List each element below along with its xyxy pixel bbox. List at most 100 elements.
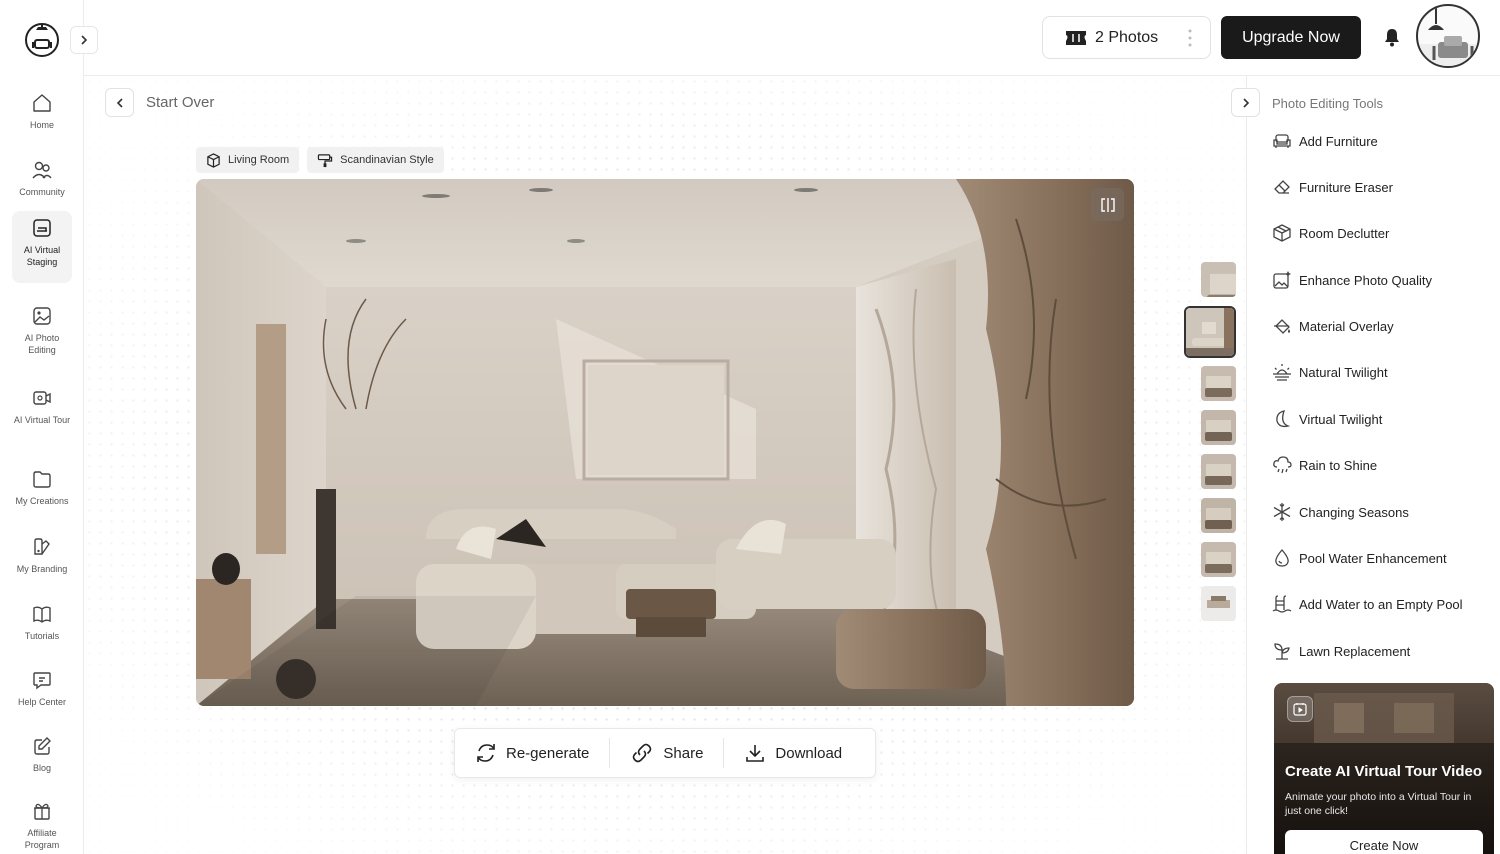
thumbnail-image <box>1201 586 1236 621</box>
calendar-play-icon <box>1293 703 1307 716</box>
thumbnail[interactable] <box>1201 410 1236 445</box>
thumbnail[interactable] <box>1201 262 1236 297</box>
sunset-icon <box>1273 364 1291 381</box>
sidebar-item-tutorials[interactable]: Tutorials <box>12 597 72 647</box>
sidebar-item-blog[interactable]: Blog <box>12 729 72 779</box>
sidebar-item-ai-photo-editing[interactable]: AI Photo Editing <box>12 299 72 359</box>
tool-label: Add Water to an Empty Pool <box>1299 596 1463 612</box>
tool-room-declutter[interactable]: Room Declutter <box>1272 221 1389 245</box>
thumbnail-image <box>1201 498 1236 533</box>
help-icon <box>33 672 51 690</box>
virtual-tour-promo-card: Create AI Virtual Tour Video Animate you… <box>1274 683 1494 854</box>
thumbnail-image <box>1201 454 1236 489</box>
moon-icon <box>1276 410 1291 428</box>
tool-lawn-replacement[interactable]: Lawn Replacement <box>1272 639 1410 663</box>
thumbnail-image <box>1186 308 1234 356</box>
sidebar-item-home[interactable]: Home <box>12 86 72 138</box>
download-icon <box>746 745 765 762</box>
sidebar-item-label: Home <box>29 120 54 130</box>
sidebar-item-label: Help Center <box>17 697 67 707</box>
tool-furniture-eraser[interactable]: Furniture Eraser <box>1272 175 1393 199</box>
start-over[interactable]: Start Over <box>105 88 214 117</box>
upgrade-now-button[interactable]: Upgrade Now <box>1221 16 1361 59</box>
tool-pool-water-enhancement[interactable]: Pool Water Enhancement <box>1272 546 1447 570</box>
photos-counter-button[interactable]: 2 Photos <box>1042 16 1211 59</box>
action-label: Re-generate <box>506 744 590 762</box>
thumbnail-image <box>1201 366 1236 401</box>
tool-label: Lawn Replacement <box>1299 643 1411 659</box>
tool-label: Virtual Twilight <box>1299 411 1383 427</box>
photos-counter-label: 2 Photos <box>1095 28 1159 46</box>
regenerate-button[interactable]: Re-generate <box>455 738 609 768</box>
tool-material-overlay[interactable]: Material Overlay <box>1272 314 1394 338</box>
photo-editing-tools-panel: Photo Editing Tools Add Furniture Furnit… <box>1246 76 1500 854</box>
back-button[interactable] <box>105 88 134 117</box>
link-icon <box>633 743 652 763</box>
tool-natural-twilight[interactable]: Natural Twilight <box>1272 360 1388 384</box>
share-button[interactable]: Share <box>609 738 723 768</box>
tool-label: Enhance Photo Quality <box>1299 272 1432 288</box>
chevron-right-icon <box>81 35 88 45</box>
left-sidebar: Home Community AI Virtual Staging AI Pho… <box>0 0 98 854</box>
create-now-button[interactable]: Create Now <box>1285 830 1483 854</box>
photo-action-bar: Re-generate Share Download <box>454 728 876 778</box>
thumbnail[interactable] <box>1201 366 1236 401</box>
promo-video-icon <box>1287 696 1313 722</box>
gift-icon <box>34 803 50 820</box>
sidebar-item-affiliate-program[interactable]: Affiliate Program <box>12 794 72 854</box>
tool-add-furniture[interactable]: Add Furniture <box>1272 129 1378 153</box>
photo-editing-icon <box>33 307 51 325</box>
sidebar-item-my-creations[interactable]: My Creations <box>12 462 72 512</box>
tag-room-type: Living Room <box>196 147 300 173</box>
community-icon <box>32 161 52 179</box>
sidebar-item-help-center[interactable]: Help Center <box>12 663 72 713</box>
download-button[interactable]: Download <box>723 738 862 768</box>
sidebar-item-label: My Creations <box>15 496 69 506</box>
action-label: Share <box>663 744 704 762</box>
collapse-panel-button[interactable] <box>1231 88 1260 117</box>
avatar-image <box>1418 6 1478 66</box>
tool-label: Room Declutter <box>1299 225 1390 241</box>
tool-label: Natural Twilight <box>1299 364 1388 380</box>
water-drop-icon <box>1275 549 1289 567</box>
action-label: Download <box>775 744 843 762</box>
staged-room-photo <box>196 179 1134 706</box>
sidebar-item-community[interactable]: Community <box>12 153 72 205</box>
tool-label: Pool Water Enhancement <box>1299 550 1447 566</box>
app-logo[interactable] <box>24 22 60 58</box>
sidebar-item-my-branding[interactable]: My Branding <box>12 530 72 580</box>
refresh-icon <box>477 744 495 762</box>
sidebar-item-ai-virtual-tour[interactable]: AI Virtual Tour <box>12 381 72 441</box>
compare-icon <box>1100 197 1115 212</box>
folder-icon <box>33 471 51 488</box>
tool-changing-seasons[interactable]: Changing Seasons <box>1272 500 1409 524</box>
top-bar: 2 Photos Upgrade Now <box>84 0 1500 76</box>
expand-sidebar-button[interactable] <box>70 26 98 54</box>
tool-rain-to-shine[interactable]: Rain to Shine <box>1272 453 1377 477</box>
thumbnail[interactable] <box>1201 542 1236 577</box>
start-over-label: Start Over <box>146 94 215 111</box>
thumbnail[interactable] <box>1201 586 1236 621</box>
tool-add-water-to-empty-pool[interactable]: Add Water to an Empty Pool <box>1272 592 1463 616</box>
bell-icon[interactable] <box>1382 27 1402 47</box>
thumbnail-image <box>1201 410 1236 445</box>
compare-button[interactable] <box>1091 188 1124 221</box>
more-options-icon[interactable] <box>1188 29 1192 47</box>
main-canvas: Start Over Living Room Scandinavian Styl… <box>84 76 1246 854</box>
book-icon <box>33 606 51 623</box>
thumbnail[interactable] <box>1201 498 1236 533</box>
sidebar-item-label: AI Photo Editing <box>24 333 60 355</box>
sidebar-item-label: Community <box>19 187 65 197</box>
sparkle-image-icon <box>1273 271 1291 289</box>
thumbnail-selected[interactable] <box>1184 306 1236 358</box>
ticket-icon <box>1066 30 1086 45</box>
tool-label: Material Overlay <box>1299 318 1394 334</box>
sidebar-item-label: Affiliate Program <box>24 828 60 850</box>
thumbnail[interactable] <box>1201 454 1236 489</box>
branding-icon <box>34 538 50 555</box>
tool-enhance-photo-quality[interactable]: Enhance Photo Quality <box>1272 268 1432 292</box>
tool-label: Rain to Shine <box>1299 457 1378 473</box>
user-avatar[interactable] <box>1416 4 1480 68</box>
tool-virtual-twilight[interactable]: Virtual Twilight <box>1272 407 1382 431</box>
sidebar-item-ai-virtual-staging[interactable]: AI Virtual Staging <box>12 211 72 283</box>
